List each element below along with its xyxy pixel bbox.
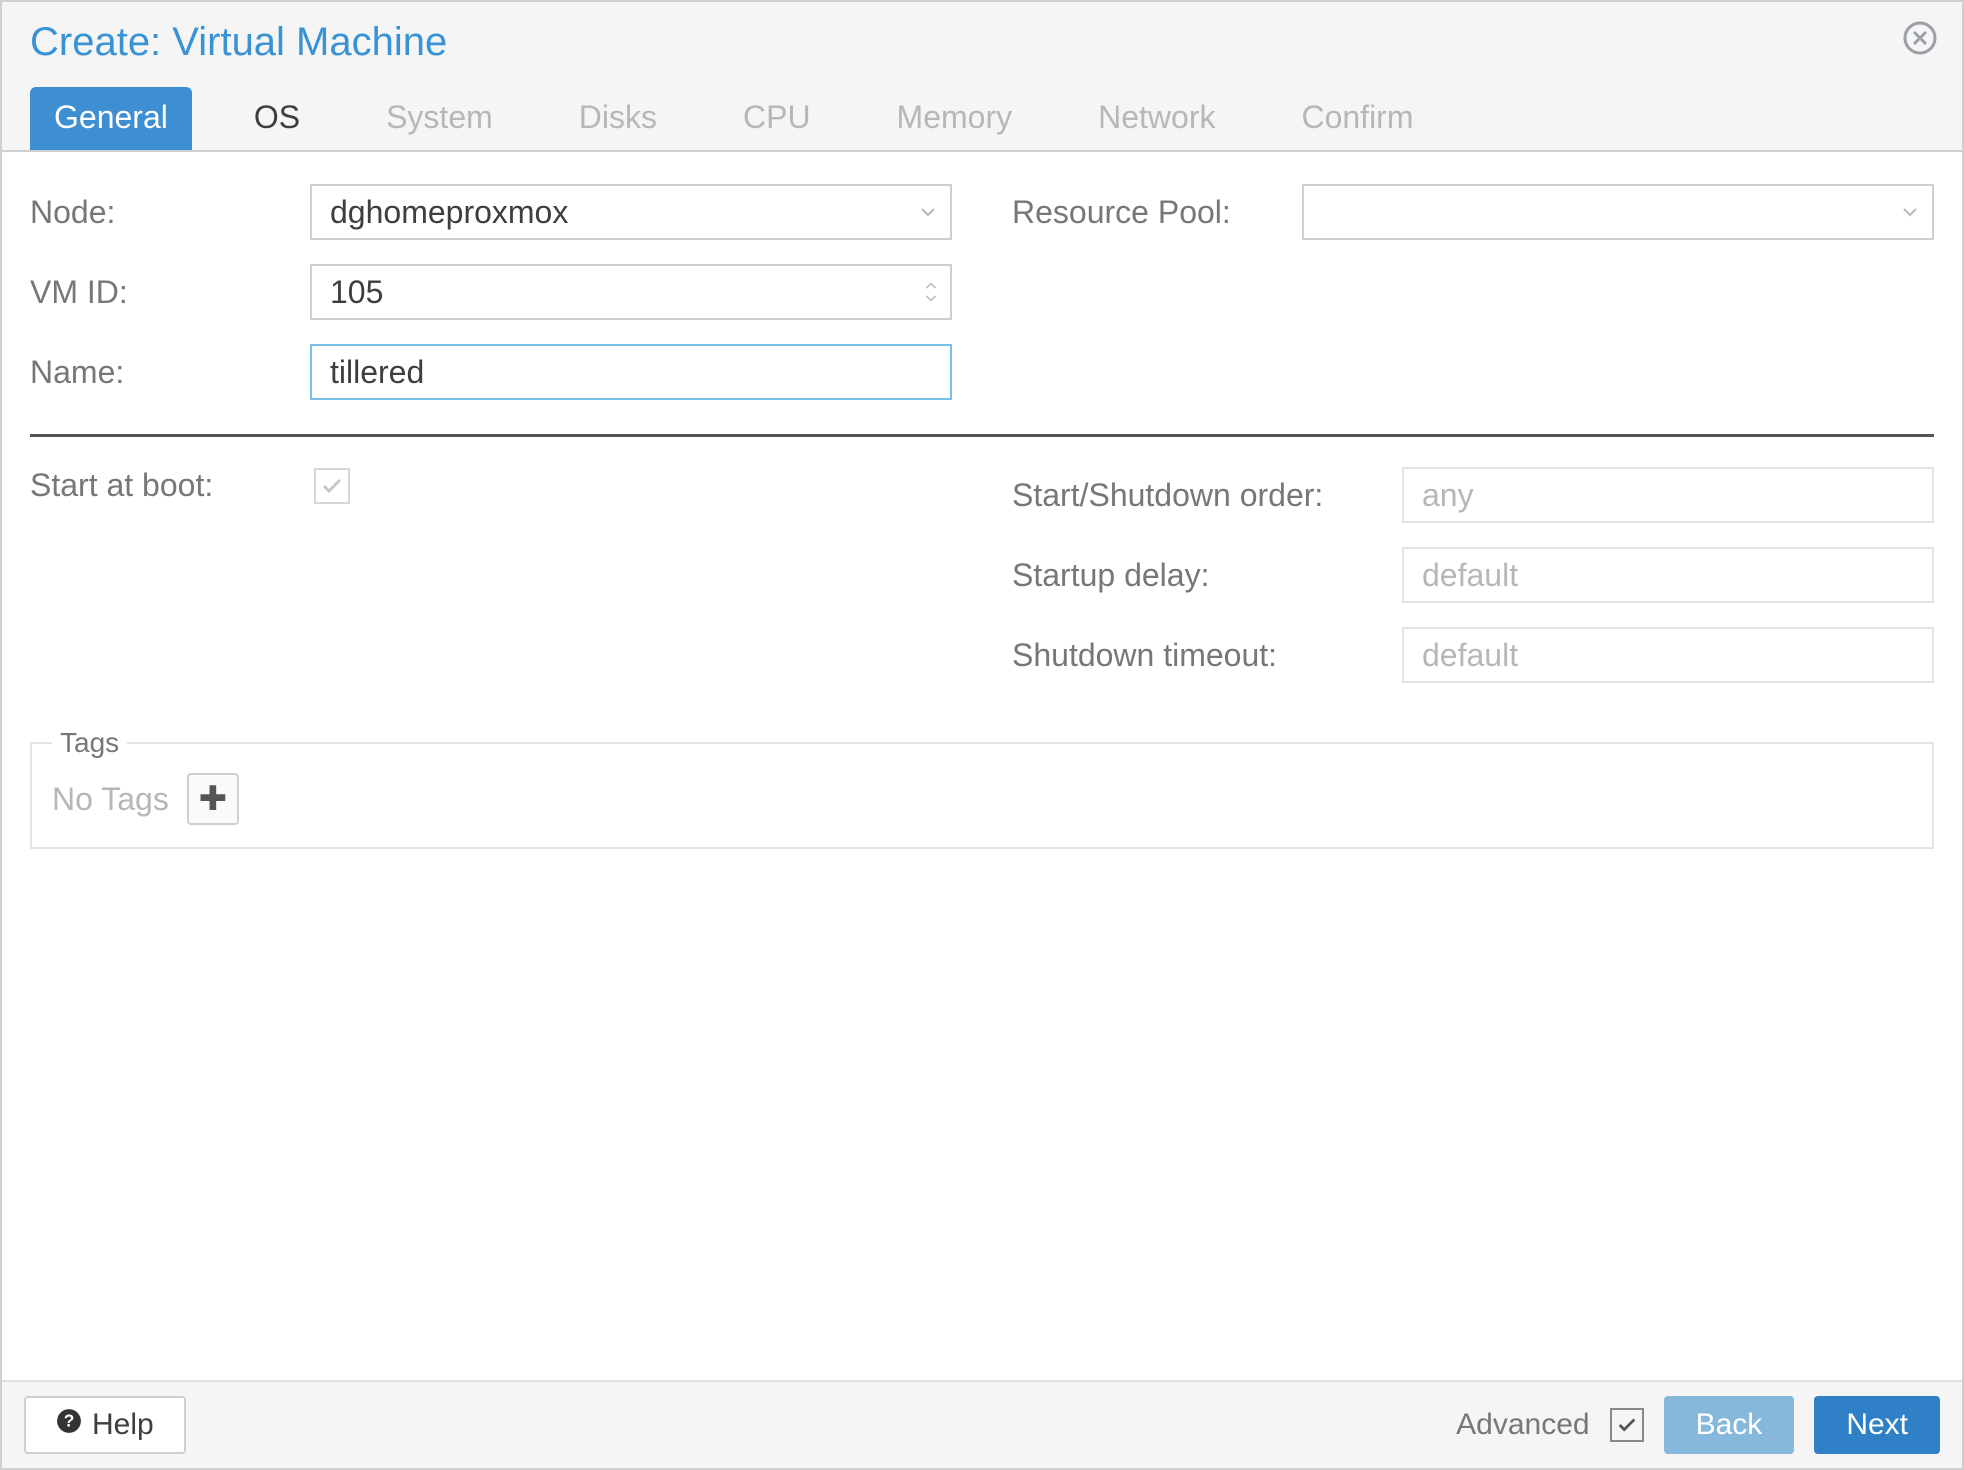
svg-text:?: ? <box>64 1410 75 1430</box>
spinner-buttons[interactable] <box>922 266 940 318</box>
no-tags-text: No Tags <box>52 781 169 818</box>
resource-pool-combo[interactable] <box>1302 184 1934 240</box>
tags-legend: Tags <box>52 727 127 759</box>
start-shutdown-order-input[interactable] <box>1420 476 1916 515</box>
resource-pool-input[interactable] <box>1320 193 1916 232</box>
tags-fieldset: Tags No Tags ✚ <box>30 727 1934 849</box>
tab-disks: Disks <box>555 87 681 150</box>
help-button[interactable]: ? Help <box>24 1396 186 1454</box>
node-label: Node: <box>30 194 310 231</box>
dialog-footer: ? Help Advanced Back Next <box>2 1380 1962 1468</box>
shutdown-timeout-field[interactable] <box>1402 627 1934 683</box>
tab-cpu: CPU <box>719 87 835 150</box>
tab-os[interactable]: OS <box>230 87 324 150</box>
start-shutdown-order-label: Start/Shutdown order: <box>1012 477 1402 514</box>
dialog-title: Create: Virtual Machine <box>30 20 447 65</box>
name-label: Name: <box>30 354 310 391</box>
tab-system: System <box>362 87 517 150</box>
dialog-header: Create: Virtual Machine General OS Syste… <box>2 2 1962 152</box>
shutdown-timeout-label: Shutdown timeout: <box>1012 637 1402 674</box>
name-input[interactable] <box>328 353 934 392</box>
startup-delay-field[interactable] <box>1402 547 1934 603</box>
add-tag-button[interactable]: ✚ <box>187 773 239 825</box>
chevron-down-icon[interactable] <box>916 186 940 238</box>
start-at-boot-label: Start at boot: <box>30 467 310 504</box>
name-field[interactable] <box>310 344 952 400</box>
advanced-checkbox[interactable] <box>1610 1408 1644 1442</box>
tab-general[interactable]: General <box>30 87 192 150</box>
help-label: Help <box>92 1408 154 1442</box>
vmid-label: VM ID: <box>30 274 310 311</box>
close-icon[interactable] <box>1902 20 1938 56</box>
start-shutdown-order-field[interactable] <box>1402 467 1934 523</box>
tab-network: Network <box>1074 87 1239 150</box>
resource-pool-label: Resource Pool: <box>1012 194 1302 231</box>
dialog-body: Node: VM ID: <box>2 152 1962 1380</box>
next-button[interactable]: Next <box>1814 1396 1940 1454</box>
startup-delay-label: Startup delay: <box>1012 557 1402 594</box>
start-at-boot-checkbox[interactable] <box>314 468 350 504</box>
advanced-label: Advanced <box>1456 1408 1589 1442</box>
node-input[interactable] <box>328 193 934 232</box>
plus-icon: ✚ <box>199 779 228 819</box>
help-icon: ? <box>56 1408 82 1442</box>
shutdown-timeout-input[interactable] <box>1420 636 1916 675</box>
node-combo[interactable] <box>310 184 952 240</box>
tab-confirm: Confirm <box>1277 87 1437 150</box>
vmid-spinner[interactable] <box>310 264 952 320</box>
divider <box>30 434 1934 437</box>
tab-memory: Memory <box>873 87 1037 150</box>
create-vm-dialog: Create: Virtual Machine General OS Syste… <box>0 0 1964 1470</box>
wizard-tabs: General OS System Disks CPU Memory Netwo… <box>30 87 1934 150</box>
back-button: Back <box>1664 1396 1795 1454</box>
vmid-input[interactable] <box>328 273 934 312</box>
chevron-down-icon[interactable] <box>1898 186 1922 238</box>
startup-delay-input[interactable] <box>1420 556 1916 595</box>
